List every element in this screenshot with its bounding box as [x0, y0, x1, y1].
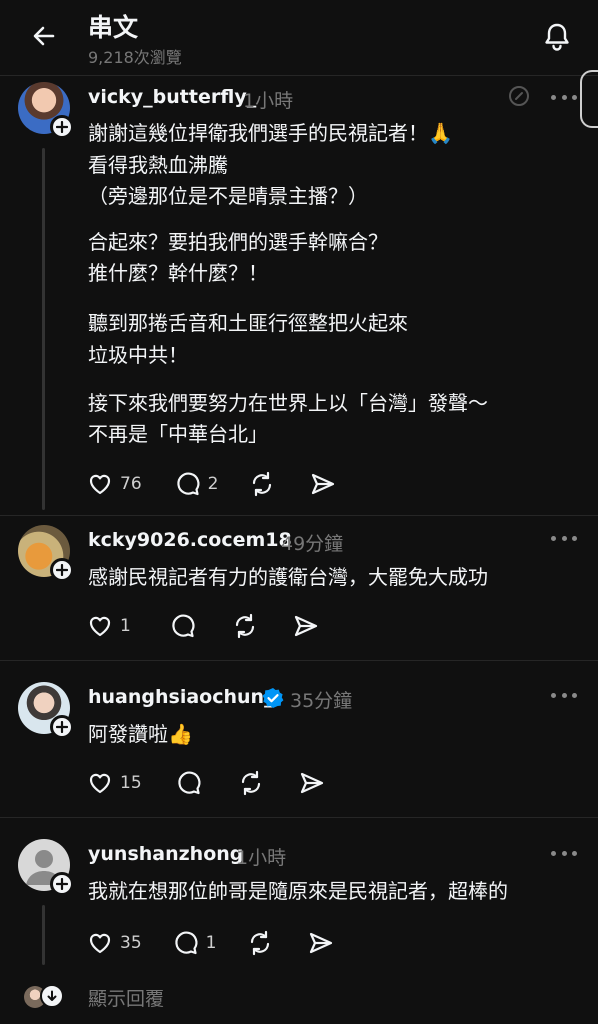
- heart-icon: [89, 773, 111, 794]
- bell-icon: [545, 23, 569, 51]
- reply-count: 1: [205, 933, 217, 953]
- post-time: 1小時: [236, 847, 287, 869]
- follow-plus-icon[interactable]: [50, 715, 74, 739]
- share-button[interactable]: [292, 611, 320, 641]
- post-text-line: 合起來？要拍我們的選手幹嘛合？: [88, 230, 388, 254]
- like-button[interactable]: 35: [86, 928, 142, 958]
- comment-icon: [172, 614, 195, 638]
- post-username[interactable]: yunshanzhong: [88, 843, 243, 865]
- post-actions: 1: [86, 611, 320, 641]
- post-time: 35分鐘: [290, 690, 353, 712]
- reply-button[interactable]: 2: [174, 469, 219, 499]
- like-button[interactable]: 1: [86, 611, 131, 641]
- repost-icon: [253, 471, 272, 497]
- post-text-line: 感謝民視記者有力的護衛台灣，大罷免大成功: [88, 565, 488, 589]
- post-actions: 35 1: [86, 928, 335, 958]
- post-time: 49分鐘: [281, 533, 344, 555]
- repost-button[interactable]: [248, 469, 276, 499]
- like-button[interactable]: 76: [86, 469, 142, 499]
- post-text-line: 不再是「中華台北」: [88, 422, 268, 446]
- post-actions: 76 2: [86, 469, 337, 499]
- more-options-icon[interactable]: [551, 690, 577, 700]
- post-text-line: （旁邊那位是不是晴景主播？）: [88, 184, 368, 208]
- divider: [0, 817, 598, 818]
- more-options-icon[interactable]: [551, 533, 577, 543]
- heart-icon: [89, 933, 111, 954]
- send-icon: [310, 932, 333, 954]
- comment-icon: [174, 931, 198, 955]
- share-button[interactable]: [309, 469, 337, 499]
- comment-icon: [176, 472, 200, 496]
- heart-icon: [89, 474, 111, 495]
- post-text-line: 謝謝這幾位捍衛我們選手的民視記者！🙏: [88, 121, 453, 145]
- reply-expand-icon[interactable]: [40, 984, 64, 1008]
- thread-line: [42, 148, 45, 510]
- post-text-line: 垃圾中共！: [88, 343, 188, 367]
- reply-button[interactable]: [169, 611, 197, 641]
- heart-icon: [89, 616, 111, 637]
- like-count: 76: [120, 474, 142, 494]
- post-text-line: 阿發讚啦👍: [88, 722, 193, 746]
- follow-plus-icon[interactable]: [50, 558, 74, 582]
- show-replies-link[interactable]: 顯示回覆: [88, 984, 164, 1011]
- repost-button[interactable]: [231, 611, 259, 641]
- like-count: 15: [120, 773, 142, 793]
- post-username[interactable]: huanghsiaochun_: [88, 686, 274, 708]
- header: 串文 9,218次瀏覽: [0, 0, 598, 76]
- edge-handle[interactable]: [580, 70, 598, 128]
- page-title: 串文: [88, 13, 139, 42]
- post-text-line: 推什麼？幹什麼？！: [88, 261, 268, 285]
- post-text-line: 聽到那捲舌音和土匪行徑整把火起來: [88, 311, 408, 335]
- repost-button[interactable]: [246, 928, 274, 958]
- repost-button[interactable]: [237, 768, 265, 798]
- post-text-line: 接下來我們要努力在世界上以「台灣」發聲～: [88, 391, 488, 415]
- share-button[interactable]: [307, 928, 335, 958]
- like-count: 35: [120, 933, 142, 953]
- view-count: 9,218次瀏覽: [88, 48, 182, 67]
- divider: [0, 515, 598, 516]
- repost-icon: [251, 930, 270, 956]
- verified-badge-icon: [262, 688, 284, 708]
- repost-icon: [241, 770, 260, 796]
- more-options-icon[interactable]: [551, 848, 577, 858]
- follow-plus-icon[interactable]: [50, 872, 74, 896]
- send-icon: [312, 473, 335, 495]
- post-time: 1小時: [243, 90, 294, 112]
- notification-button[interactable]: [537, 16, 577, 56]
- divider: [0, 660, 598, 661]
- post-text-line: 看得我熱血沸騰: [88, 153, 228, 177]
- post-actions: 15: [86, 768, 326, 798]
- back-button[interactable]: [26, 18, 62, 54]
- comment-icon: [177, 771, 201, 795]
- post-text-line: 我就在想那位帥哥是隨原來是民視記者，超棒的: [88, 879, 508, 903]
- more-options-icon[interactable]: [551, 92, 577, 102]
- edit-circle-icon[interactable]: [507, 84, 531, 108]
- back-arrow-icon: [33, 26, 55, 46]
- share-button[interactable]: [298, 768, 326, 798]
- follow-plus-icon[interactable]: [50, 115, 74, 139]
- thread-line: [42, 905, 45, 965]
- like-button[interactable]: 15: [86, 768, 142, 798]
- post-username[interactable]: kcky9026.cocem18: [88, 529, 292, 551]
- send-icon: [300, 772, 323, 794]
- like-count: 1: [120, 616, 131, 636]
- reply-button[interactable]: [175, 768, 203, 798]
- send-icon: [294, 615, 317, 637]
- repost-icon: [235, 613, 254, 639]
- reply-count: 2: [207, 474, 219, 494]
- post-username[interactable]: vicky_butterfly_: [88, 86, 256, 108]
- reply-button[interactable]: 1: [172, 928, 217, 958]
